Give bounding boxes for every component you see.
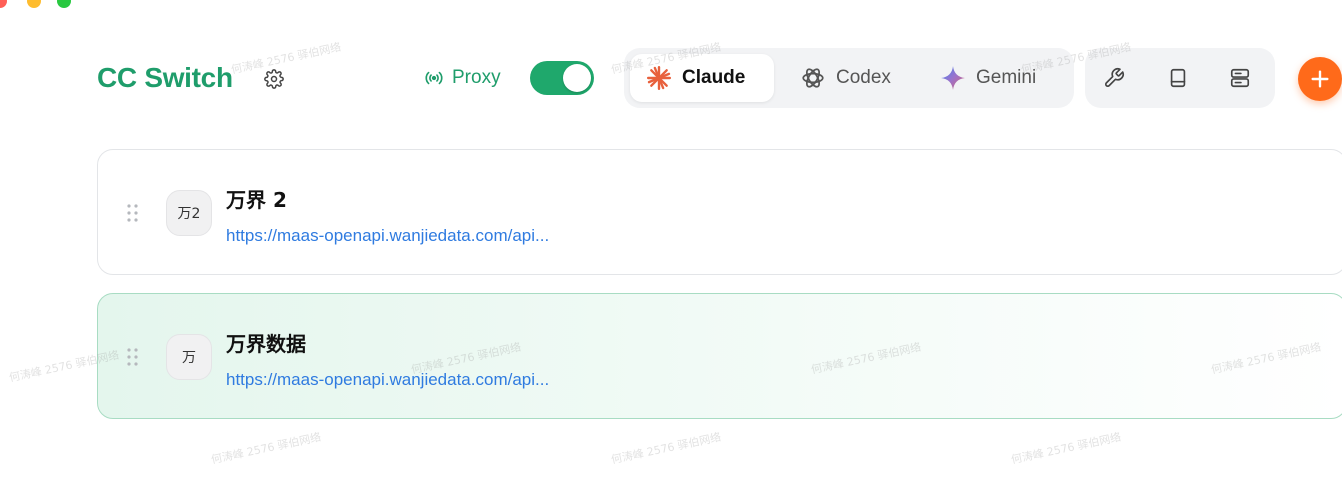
provider-avatar: 万 [166,334,212,380]
tab-codex[interactable]: Codex [784,54,914,102]
close-window-button[interactable] [0,0,7,8]
broadcast-icon [424,68,444,88]
provider-card-active[interactable]: 万 万界数据 https://maas-openapi.wanjiedata.c… [97,293,1342,419]
proxy-label: Proxy [452,67,501,88]
provider-url-link[interactable]: https://maas-openapi.wanjiedata.com/api.… [226,370,549,390]
provider-url-link[interactable]: https://maas-openapi.wanjiedata.com/api.… [226,226,549,246]
add-provider-button[interactable] [1298,57,1342,101]
tab-label: Claude [682,67,746,88]
provider-name: 万界 2 [226,188,287,212]
watermark: 何涛峰 2576 驿伯网络 [1009,430,1123,467]
app-title: CC Switch [97,62,233,93]
provider-name: 万界数据 [226,332,306,356]
plus-icon [1311,70,1329,88]
docs-button[interactable] [1163,63,1193,93]
gemini-icon [940,65,966,91]
maximize-window-button[interactable] [57,0,71,8]
minimize-window-button[interactable] [27,0,41,8]
toggle-knob [563,64,591,92]
provider-avatar: 万2 [166,190,212,236]
watermark: 何涛峰 2576 驿伯网络 [209,430,323,467]
tools-button[interactable] [1099,63,1129,93]
proxy-toggle[interactable] [530,61,594,95]
settings-button[interactable] [263,68,285,90]
codex-icon [800,65,826,91]
watermark: 何涛峰 2576 驿伯网络 [609,430,723,467]
provider-card[interactable]: 万2 万界 2 https://maas-openapi.wanjiedata.… [97,149,1342,275]
server-icon [1230,68,1250,88]
drag-handle-icon[interactable] [126,346,140,368]
servers-button[interactable] [1225,63,1255,93]
book-icon [1170,68,1186,88]
proxy-control: Proxy [424,62,501,94]
drag-handle-icon[interactable] [126,202,140,224]
gear-icon [264,69,284,89]
wrench-icon [1105,68,1124,87]
tab-label: Codex [836,67,891,88]
